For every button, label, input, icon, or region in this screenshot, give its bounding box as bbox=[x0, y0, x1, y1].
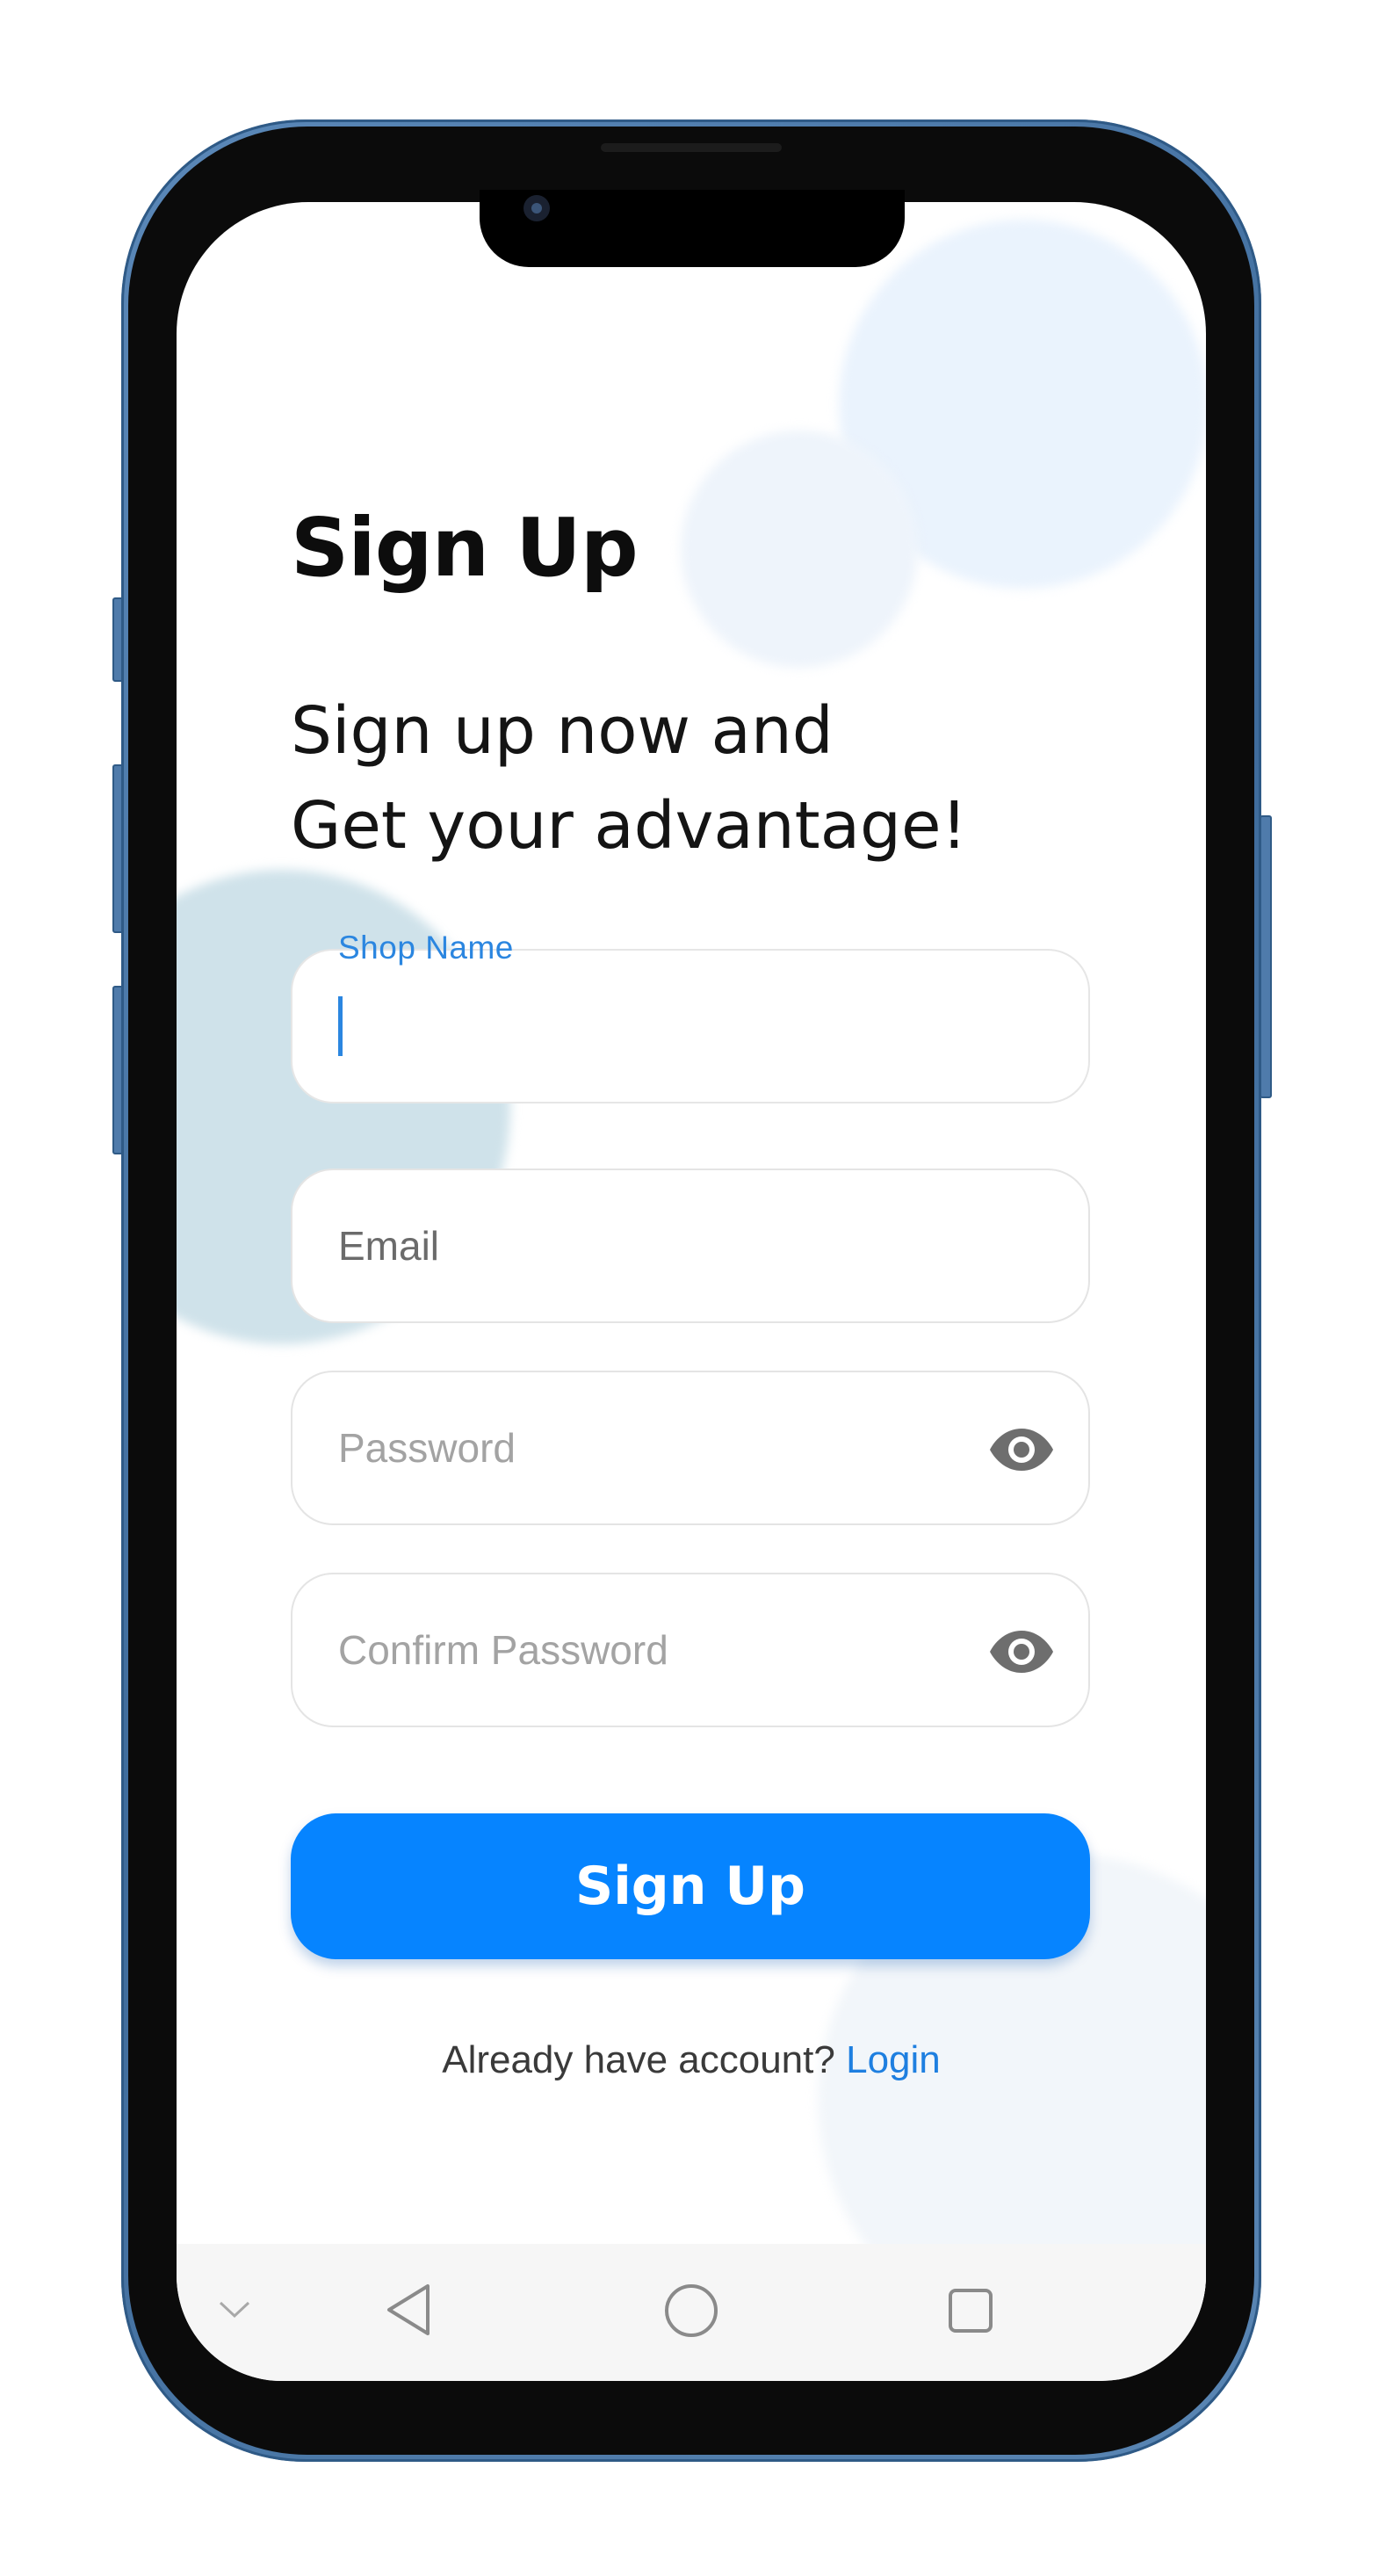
chevron-down-icon[interactable] bbox=[217, 2298, 252, 2321]
email-field[interactable] bbox=[291, 1169, 1090, 1323]
front-camera bbox=[523, 195, 550, 221]
app-screen: Sign Up Sign up now and Get your advanta… bbox=[177, 202, 1206, 2381]
shop-name-input[interactable] bbox=[338, 951, 1006, 1102]
speaker-grille bbox=[601, 143, 782, 152]
email-input[interactable] bbox=[338, 1170, 1006, 1321]
confirm-password-input[interactable] bbox=[338, 1574, 1006, 1726]
home-icon[interactable] bbox=[663, 2283, 719, 2339]
eye-icon[interactable] bbox=[988, 1625, 1055, 1678]
page: Sign Up Sign up now and Get your advanta… bbox=[0, 0, 1379, 2576]
decor-circle bbox=[681, 431, 918, 668]
subtitle-line: Sign up now and bbox=[291, 693, 834, 769]
shop-name-field[interactable]: Shop Name bbox=[291, 930, 1090, 1103]
login-prompt: Already have account? Login bbox=[177, 2038, 1206, 2082]
page-subtitle: Sign up now and Get your advantage! bbox=[291, 684, 967, 873]
sign-up-button[interactable]: Sign Up bbox=[291, 1813, 1090, 1959]
password-field[interactable] bbox=[291, 1371, 1090, 1525]
login-link[interactable]: Login bbox=[846, 2038, 941, 2081]
power-button bbox=[1260, 815, 1272, 1098]
subtitle-line: Get your advantage! bbox=[291, 788, 968, 864]
page-title: Sign Up bbox=[291, 501, 639, 595]
confirm-password-field[interactable] bbox=[291, 1573, 1090, 1727]
password-input[interactable] bbox=[338, 1372, 1006, 1523]
back-icon[interactable] bbox=[384, 2283, 433, 2337]
have-account-text: Already have account? bbox=[442, 2038, 835, 2081]
system-nav-bar bbox=[177, 2244, 1206, 2381]
recents-icon[interactable] bbox=[948, 2288, 993, 2334]
eye-icon[interactable] bbox=[988, 1423, 1055, 1476]
